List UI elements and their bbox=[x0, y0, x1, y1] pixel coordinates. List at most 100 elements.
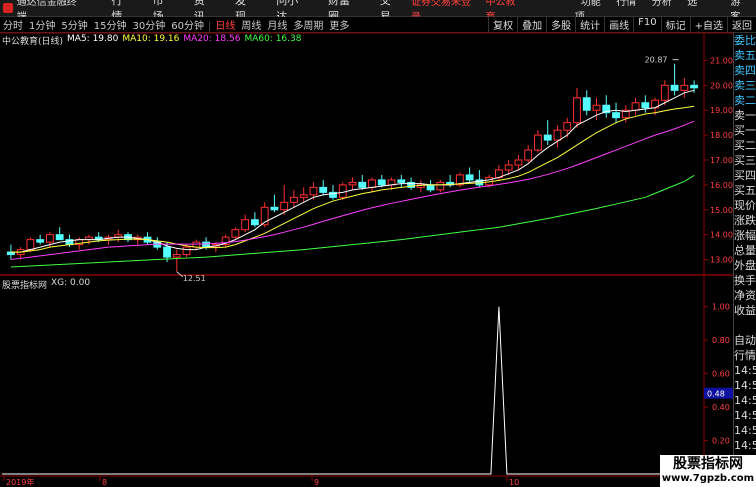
tool-button-6[interactable]: 标记 bbox=[660, 17, 690, 32]
period-tab-2[interactable]: 5分钟 bbox=[58, 21, 90, 32]
candle-body bbox=[26, 239, 35, 251]
period-tab-3[interactable]: 15分钟 bbox=[91, 21, 130, 32]
candle bbox=[446, 174, 455, 188]
candle bbox=[660, 80, 669, 106]
y-tick-label: 13.00 bbox=[710, 256, 733, 265]
side-panel-row-24[interactable]: 14:50 bbox=[734, 393, 756, 408]
x-tick-label: 2019年 bbox=[6, 477, 34, 487]
candle bbox=[299, 187, 308, 203]
period-tab-10[interactable]: 更多 bbox=[326, 21, 352, 32]
side-panel-row-23[interactable]: 14:50 bbox=[734, 378, 756, 393]
candle-body bbox=[446, 181, 455, 186]
candle-body bbox=[563, 122, 572, 131]
low-annotation-line bbox=[176, 271, 184, 278]
candle-body bbox=[670, 84, 679, 91]
y-tick-label: 15.00 bbox=[710, 206, 733, 215]
tool-button-4[interactable]: 画线 bbox=[604, 17, 633, 32]
side-panel-row-18: 收益 bbox=[734, 304, 756, 317]
side-panel-row-27[interactable]: 14:50 bbox=[734, 438, 756, 453]
tool-button-0[interactable]: 复权 bbox=[488, 17, 517, 32]
side-panel-row-20[interactable]: 自动 bbox=[734, 333, 756, 348]
candle-body bbox=[192, 241, 201, 248]
candle-body bbox=[231, 229, 240, 238]
side-panel-row-22[interactable]: 14:50 bbox=[734, 363, 756, 378]
y-tick-label: 18.00 bbox=[710, 131, 733, 140]
candle-body bbox=[338, 184, 347, 198]
ma10-value: MA10: 19.16 bbox=[122, 34, 180, 44]
candle bbox=[436, 179, 445, 193]
period-tab-5[interactable]: 60分钟 bbox=[168, 21, 207, 32]
ma60-value: MA60: 16.38 bbox=[244, 34, 302, 44]
period-tab-1[interactable]: 1分钟 bbox=[26, 21, 58, 32]
candle bbox=[6, 244, 15, 260]
candle bbox=[348, 177, 357, 190]
candle-body bbox=[582, 97, 591, 111]
candle bbox=[319, 179, 328, 195]
period-tab-6[interactable]: 日线 bbox=[212, 21, 238, 32]
candle-body bbox=[524, 149, 533, 161]
candle bbox=[407, 177, 415, 190]
candle bbox=[475, 169, 484, 188]
candle-body bbox=[377, 179, 386, 186]
menu-item-analysis[interactable]: 分析 bbox=[646, 0, 678, 8]
candle-body bbox=[680, 84, 689, 91]
candle bbox=[455, 172, 464, 188]
candle bbox=[670, 63, 679, 96]
candle bbox=[211, 242, 220, 253]
candle bbox=[690, 80, 699, 93]
tool-button-2[interactable]: 多股 bbox=[546, 17, 575, 32]
side-panel-row-2: 卖四 bbox=[734, 64, 756, 77]
candle bbox=[485, 174, 494, 188]
period-tab-8[interactable]: 月线 bbox=[264, 21, 290, 32]
side-panel-row-25[interactable]: 14:50 bbox=[734, 408, 756, 423]
ma5-value: MA5: 19.80 bbox=[67, 34, 119, 44]
menu-item-quotes-2[interactable]: 行情 bbox=[610, 0, 642, 8]
period-tab-7[interactable]: 周线 bbox=[238, 21, 264, 32]
stock-title: 中公教育(日线) bbox=[2, 37, 64, 47]
candle-body bbox=[143, 236, 152, 243]
candle bbox=[309, 182, 318, 200]
candle-body bbox=[348, 181, 357, 186]
candle-body bbox=[426, 184, 435, 191]
side-panel-row-21[interactable]: 行情 bbox=[734, 348, 756, 363]
candle-body bbox=[241, 219, 250, 231]
tool-button-8[interactable]: 返回 bbox=[727, 17, 756, 32]
candle bbox=[85, 234, 93, 245]
title-bar: 通达信金融终端 行情 市场 资讯 发现 问小达 财富圈 交易 证券交易未登录 中… bbox=[0, 0, 756, 23]
candle bbox=[290, 189, 298, 208]
tool-button-7[interactable]: +自选 bbox=[689, 17, 727, 32]
period-tab-4[interactable]: 30分钟 bbox=[129, 21, 168, 32]
side-panel-row-4: 卖二 bbox=[734, 94, 756, 107]
candle bbox=[270, 194, 279, 213]
chart-tools: 复权 叠加 多股 统计 画线 F10 标记 +自选 返回 bbox=[488, 17, 756, 32]
candle bbox=[563, 117, 572, 138]
candle-body bbox=[407, 181, 415, 188]
high-annotation: 20.87 bbox=[645, 56, 668, 65]
tool-button-1[interactable]: 叠加 bbox=[517, 17, 546, 32]
candle bbox=[260, 202, 269, 228]
candle-body bbox=[16, 249, 25, 256]
candle-body bbox=[465, 174, 474, 181]
sub-title: 股票指标网 bbox=[2, 281, 48, 291]
candle-body bbox=[514, 159, 523, 166]
candle-body bbox=[250, 219, 259, 226]
kline-chart[interactable]: 21.00 20.00 19.00 18.00 17.00 16.00 15.00 14.00… bbox=[0, 0, 756, 487]
sub-tick-label: 0.60 bbox=[712, 370, 730, 379]
tool-button-3[interactable]: 统计 bbox=[575, 17, 604, 32]
candle-body bbox=[260, 206, 269, 226]
candle-body bbox=[55, 234, 64, 241]
candle-body bbox=[329, 191, 337, 198]
candle-body bbox=[85, 236, 93, 241]
ma20-value: MA20: 18.56 bbox=[183, 34, 241, 44]
candle bbox=[172, 249, 181, 272]
candle-body bbox=[504, 164, 513, 171]
tool-button-5[interactable]: F10 bbox=[633, 17, 660, 32]
menu-item-function[interactable]: 功能 bbox=[575, 0, 607, 8]
candle bbox=[231, 227, 240, 240]
period-tab-9[interactable]: 多周期 bbox=[290, 21, 326, 32]
candle-body bbox=[299, 194, 308, 198]
side-panel-row-26[interactable]: 14:50 bbox=[734, 423, 756, 438]
candle bbox=[143, 232, 152, 245]
candle bbox=[534, 130, 542, 153]
period-tab-0[interactable]: 分时 bbox=[0, 21, 26, 32]
